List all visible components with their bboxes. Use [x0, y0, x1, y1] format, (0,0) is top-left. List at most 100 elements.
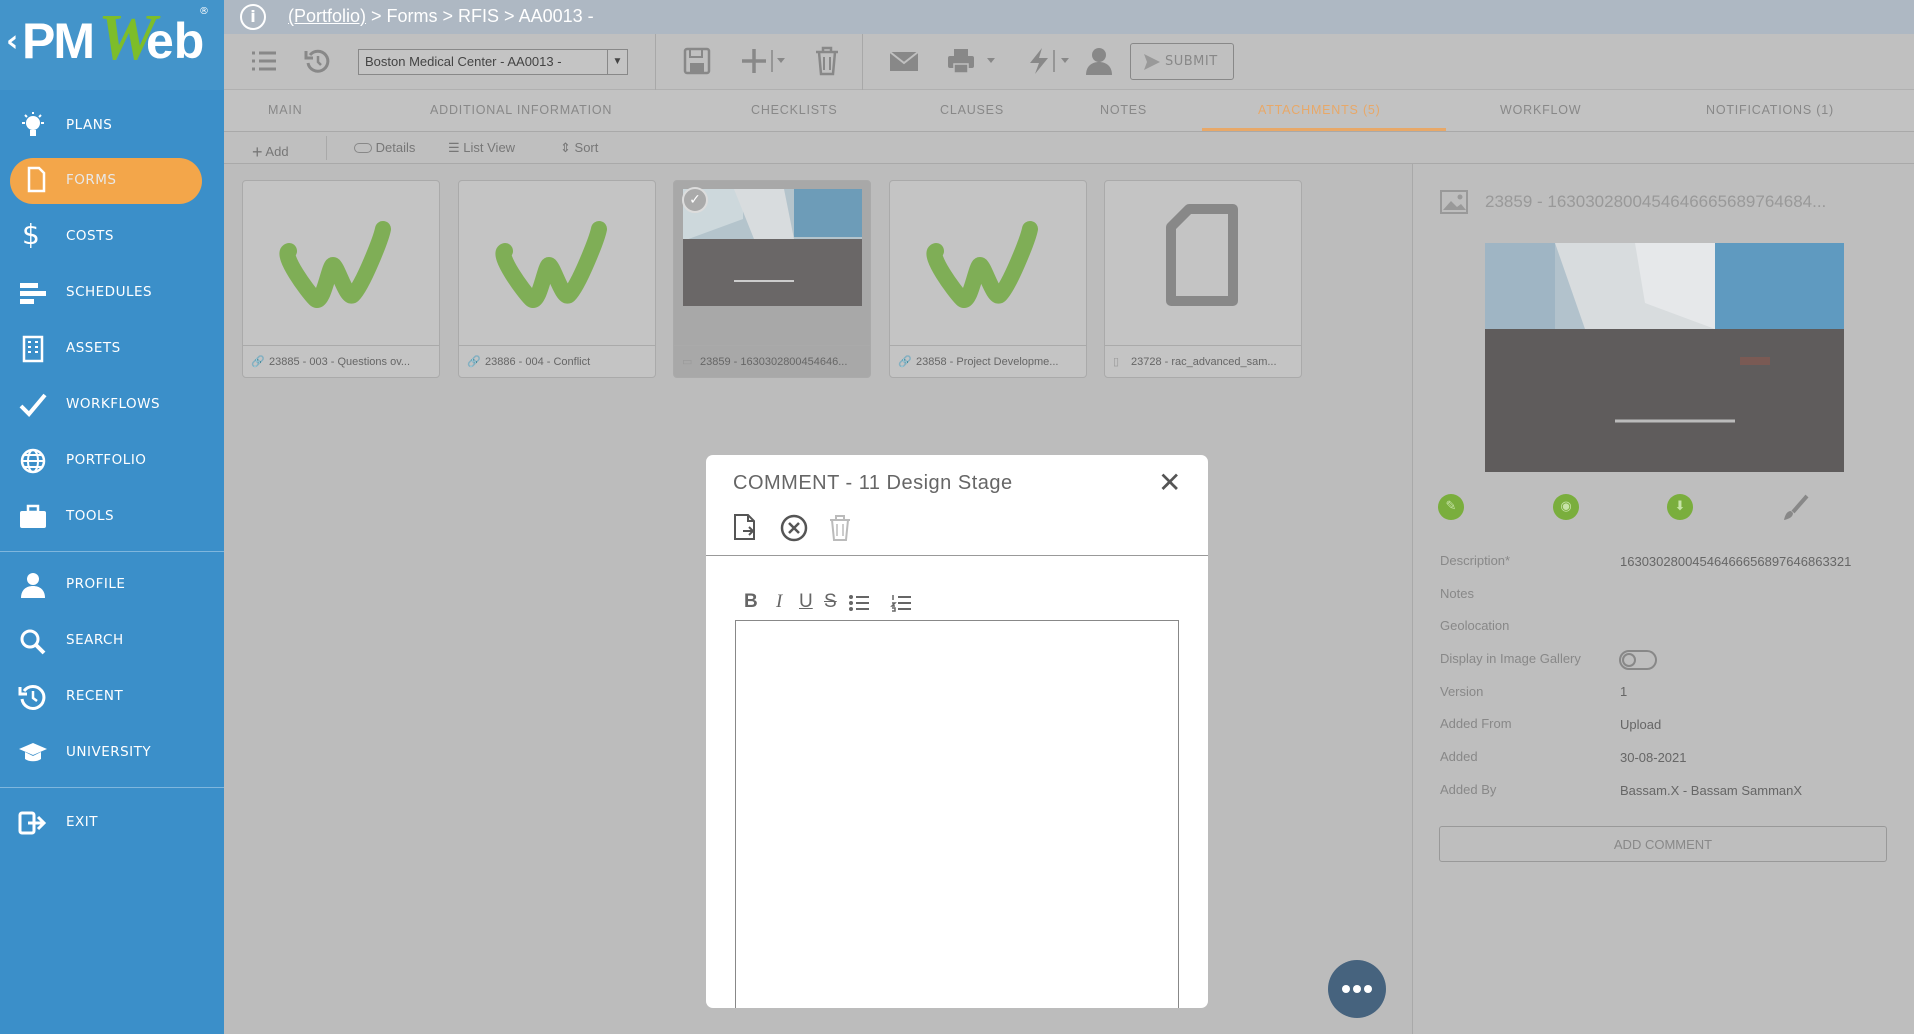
attachment-tile[interactable]: 🔗 23885 - 003 - Questions ov... [242, 180, 440, 378]
nav-divider [0, 787, 224, 788]
details-toggle[interactable]: Details [354, 140, 415, 155]
nav-recent[interactable]: RECENT [0, 674, 224, 718]
breadcrumb: (Portfolio) > Forms > RFIS > AA0013 - [288, 6, 594, 27]
close-icon[interactable]: ✕ [1158, 469, 1181, 497]
trash-icon[interactable] [814, 46, 840, 76]
chevron-down-icon[interactable]: ▼ [607, 50, 627, 74]
project-select[interactable]: Boston Medical Center - AA0013 - ▼ [358, 49, 628, 75]
view-eye-icon[interactable]: ◉ [1553, 494, 1579, 520]
save-icon[interactable] [682, 46, 712, 76]
comment-editor[interactable] [735, 620, 1179, 1008]
attachment-caption: 🔗 23885 - 003 - Questions ov... [243, 345, 439, 377]
strikethrough-icon[interactable]: S [824, 591, 837, 613]
link-icon: 🔗 [467, 356, 481, 368]
added-label: Added [1440, 749, 1478, 764]
briefcase-icon [20, 504, 46, 528]
nav-label: TOOLS [66, 508, 115, 524]
tab-main[interactable]: MAIN [268, 103, 302, 117]
nav-forms[interactable]: FORMS [0, 158, 224, 204]
underline-icon[interactable]: U [799, 591, 813, 613]
user-icon [21, 573, 45, 598]
attachments-actions-bar: + Add Details ☰ List View ⇕ Sort [224, 132, 1914, 164]
add-icon[interactable] [740, 46, 786, 76]
add-button[interactable]: + Add [252, 140, 289, 162]
selected-check-icon[interactable]: ✓ [682, 187, 708, 213]
bulleted-list-icon[interactable] [848, 594, 870, 612]
sort-label: Sort [574, 140, 599, 155]
sort-button[interactable]: ⇕ Sort [560, 140, 598, 156]
nav-workflows[interactable]: WORKFLOWS [0, 382, 224, 426]
nav-schedules[interactable]: SCHEDULES [0, 270, 224, 314]
version-value: 1 [1620, 684, 1628, 699]
nav-assets[interactable]: ASSETS [0, 326, 224, 370]
attachment-tile[interactable]: 🔗 23858 - Project Developme... [889, 180, 1087, 378]
added-by-value: Bassam.X - Bassam SammanX [1620, 783, 1803, 798]
attachment-name: 23858 - Project Developme... [916, 356, 1059, 368]
pmweb-logo[interactable]: ‹ PM W eb ® [0, 0, 224, 90]
exit-icon [18, 811, 47, 835]
trash-icon[interactable] [828, 514, 852, 542]
list-icon[interactable] [250, 46, 278, 76]
cancel-circle-icon[interactable] [780, 514, 808, 542]
geolocation-label: Geolocation [1440, 618, 1510, 633]
lightning-icon[interactable] [1024, 46, 1074, 76]
numbered-list-icon[interactable] [890, 594, 912, 612]
tab-notes[interactable]: NOTES [1100, 103, 1147, 117]
version-label: Version [1440, 684, 1484, 699]
added-value: 30-08-2021 [1620, 750, 1687, 765]
nav-label: WORKFLOWS [66, 396, 161, 412]
description-value[interactable]: 16303028004546466656897646863321 [1620, 554, 1851, 569]
nav-exit[interactable]: EXIT [0, 800, 224, 844]
paint-brush-icon[interactable] [1781, 494, 1809, 522]
tab-workflow[interactable]: WORKFLOW [1500, 103, 1581, 117]
attachment-name: 23885 - 003 - Questions ov... [269, 356, 411, 368]
tab-clauses[interactable]: CLAUSES [940, 103, 1004, 117]
nav-portfolio[interactable]: PORTFOLIO [0, 438, 224, 482]
bold-icon[interactable]: B [744, 591, 758, 613]
breadcrumb-portfolio-link[interactable]: (Portfolio) [288, 6, 366, 26]
send-icon [1144, 54, 1160, 70]
toggle-knob [1622, 653, 1636, 667]
print-icon[interactable] [946, 46, 998, 76]
add-comment-button[interactable]: ADD COMMENT [1439, 826, 1887, 862]
download-icon[interactable]: ⬇ [1667, 494, 1693, 520]
nav-costs[interactable]: $ COSTS [0, 214, 224, 258]
nav-profile[interactable]: PROFILE [0, 562, 224, 606]
plus-icon: + [252, 142, 263, 162]
tab-notifications[interactable]: NOTIFICATIONS (1) [1706, 103, 1834, 117]
mail-icon[interactable] [888, 46, 920, 76]
tab-additional-information[interactable]: ADDITIONAL INFORMATION [430, 103, 612, 117]
attachment-caption: 🔗 23886 - 004 - Conflict [459, 345, 655, 377]
history-icon[interactable] [302, 46, 332, 76]
bulb-icon [22, 112, 44, 136]
list-view-button[interactable]: ☰ List View [448, 140, 515, 156]
nav-label: PORTFOLIO [66, 452, 147, 468]
nav-search[interactable]: SEARCH [0, 618, 224, 662]
submit-button[interactable]: SUBMIT [1130, 43, 1234, 80]
attachment-caption: 🔗 23858 - Project Developme... [890, 345, 1086, 377]
italic-icon[interactable]: I [776, 591, 782, 613]
user-icon[interactable] [1084, 46, 1114, 76]
toolbar-divider [655, 34, 656, 90]
display-in-gallery-toggle[interactable] [1619, 650, 1657, 670]
attachment-tile[interactable]: 🔗 23886 - 004 - Conflict [458, 180, 656, 378]
edit-icon[interactable]: ✎ [1438, 494, 1464, 520]
nav-label: SEARCH [66, 632, 124, 648]
tab-checklists[interactable]: CHECKLISTS [751, 103, 838, 117]
more-actions-button[interactable] [1328, 960, 1386, 1018]
nav-plans[interactable]: PLANS [0, 103, 224, 147]
attachment-tile[interactable]: ▯ 23728 - rac_advanced_sam... [1104, 180, 1302, 378]
lines-icon: ☰ [448, 140, 460, 155]
back-chevron-icon[interactable]: ‹ [6, 24, 18, 59]
add-label: Add [265, 144, 289, 159]
nav-tools[interactable]: TOOLS [0, 494, 224, 538]
nav-university[interactable]: UNIVERSITY [0, 730, 224, 774]
graduation-cap-icon [19, 743, 47, 762]
nav-label: EXIT [66, 814, 99, 830]
attachment-tile-selected[interactable]: ✓ ▭ 23859 - 1630302800454646... [673, 180, 871, 378]
save-document-icon[interactable] [733, 513, 757, 541]
tab-attachments[interactable]: ATTACHMENTS (5) [1258, 103, 1381, 117]
info-icon[interactable]: i [240, 4, 266, 30]
attachment-preview-image[interactable] [1485, 243, 1844, 472]
nav-label: RECENT [66, 688, 124, 704]
